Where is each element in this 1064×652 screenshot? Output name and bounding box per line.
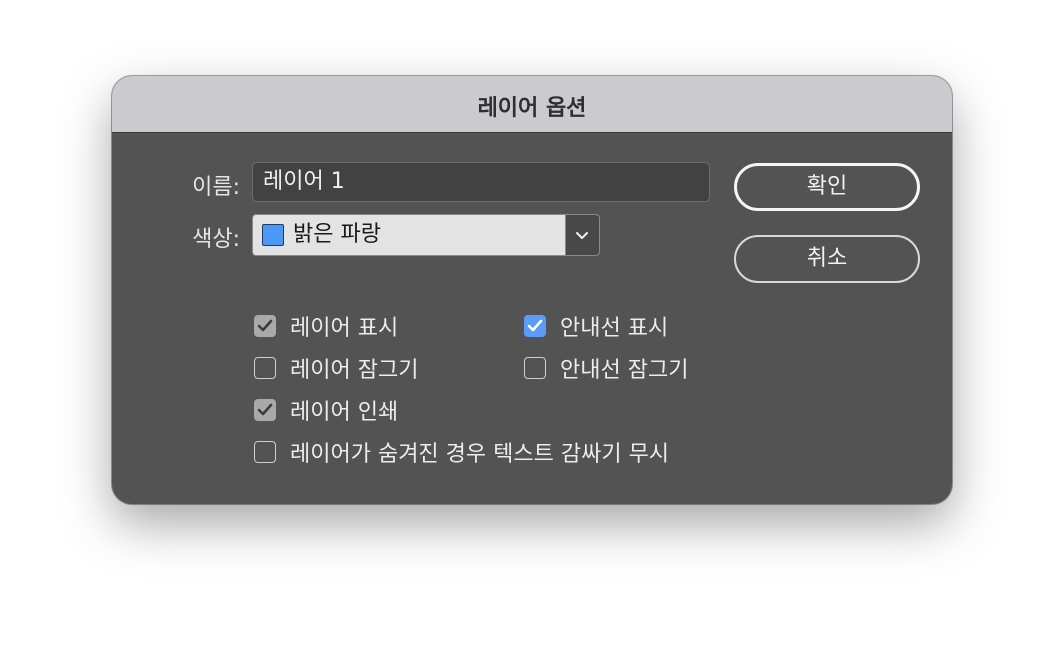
checkbox-show-layer[interactable]: 레이어 표시 xyxy=(254,312,399,341)
checkmark-icon xyxy=(527,319,543,332)
name-input[interactable]: 레이어 1 xyxy=(252,162,710,202)
ok-button[interactable]: 확인 xyxy=(734,163,920,211)
name-label: 이름: xyxy=(192,175,240,200)
checkbox-show-layer-box[interactable] xyxy=(254,315,276,337)
color-swatch xyxy=(262,224,284,246)
checkbox-lock-layer-box[interactable] xyxy=(254,357,276,379)
checkbox-suppress-text-wrap-box[interactable] xyxy=(254,441,276,463)
color-label: 색상: xyxy=(192,227,240,252)
dialog-title: 레이어 옵션 xyxy=(477,96,587,121)
color-select-value: 밝은 파랑 xyxy=(293,222,381,247)
checkbox-lock-guides-box[interactable] xyxy=(524,357,546,379)
dropdown-button[interactable] xyxy=(565,215,599,255)
checkbox-suppress-text-wrap[interactable]: 레이어가 숨겨진 경우 텍스트 감싸기 무시 xyxy=(254,438,670,467)
checkbox-lock-layer[interactable]: 레이어 잠그기 xyxy=(254,354,419,383)
checkbox-show-guides[interactable]: 안내선 표시 xyxy=(524,312,669,341)
checkbox-show-guides-box[interactable] xyxy=(524,315,546,337)
color-select[interactable]: 밝은 파랑 xyxy=(252,214,600,256)
checkbox-lock-guides[interactable]: 안내선 잠그기 xyxy=(524,354,689,383)
checkbox-suppress-text-wrap-label: 레이어가 숨겨진 경우 텍스트 감싸기 무시 xyxy=(290,442,670,467)
cancel-button[interactable]: 취소 xyxy=(734,235,920,283)
checkbox-lock-layer-label: 레이어 잠그기 xyxy=(290,358,419,383)
checkbox-lock-guides-label: 안내선 잠그기 xyxy=(560,358,689,383)
checkmark-icon xyxy=(257,319,273,332)
checkbox-print-layer[interactable]: 레이어 인쇄 xyxy=(254,396,399,425)
checkbox-show-guides-label: 안내선 표시 xyxy=(560,316,669,341)
checkbox-show-layer-label: 레이어 표시 xyxy=(290,316,399,341)
layer-options-dialog: 레이어 옵션 이름: 레이어 1 색상: 밝은 파랑 확인 취소 레이어 표시 … xyxy=(112,76,952,504)
checkmark-icon xyxy=(257,403,273,416)
title-bar[interactable]: 레이어 옵션 xyxy=(112,76,952,133)
chevron-down-icon xyxy=(576,232,588,239)
checkbox-print-layer-box[interactable] xyxy=(254,399,276,421)
checkbox-print-layer-label: 레이어 인쇄 xyxy=(290,400,399,425)
